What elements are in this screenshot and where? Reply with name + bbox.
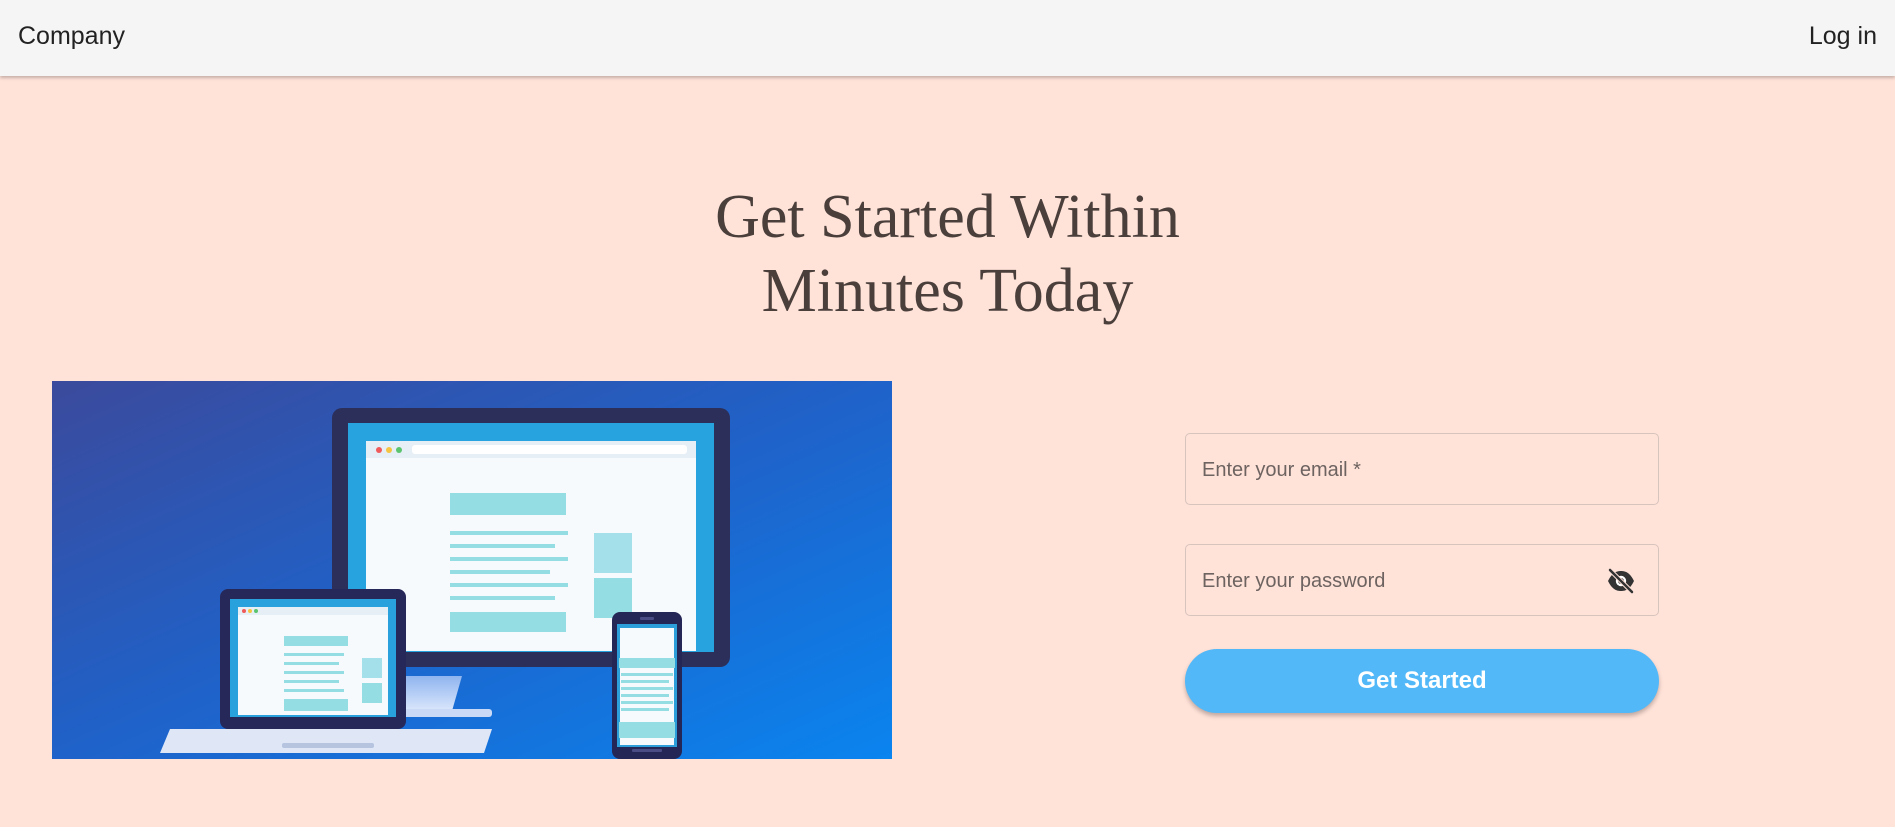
devices-illustration: [52, 381, 892, 759]
page-headline: Get Started Within Minutes Today: [0, 180, 1895, 328]
brand-link[interactable]: Company: [18, 22, 125, 51]
headline-line-1: Get Started Within: [715, 183, 1180, 251]
password-field[interactable]: [1185, 544, 1659, 617]
login-link[interactable]: Log in: [1809, 22, 1877, 51]
top-navbar: Company Log in: [0, 0, 1895, 76]
eye-off-icon[interactable]: [1606, 567, 1636, 595]
email-input[interactable]: [1200, 434, 1604, 506]
password-input[interactable]: [1200, 545, 1604, 617]
get-started-button[interactable]: Get Started: [1185, 649, 1659, 713]
phone-graphic: [612, 612, 682, 759]
email-field[interactable]: [1185, 433, 1659, 506]
headline-line-2: Minutes Today: [761, 257, 1134, 325]
